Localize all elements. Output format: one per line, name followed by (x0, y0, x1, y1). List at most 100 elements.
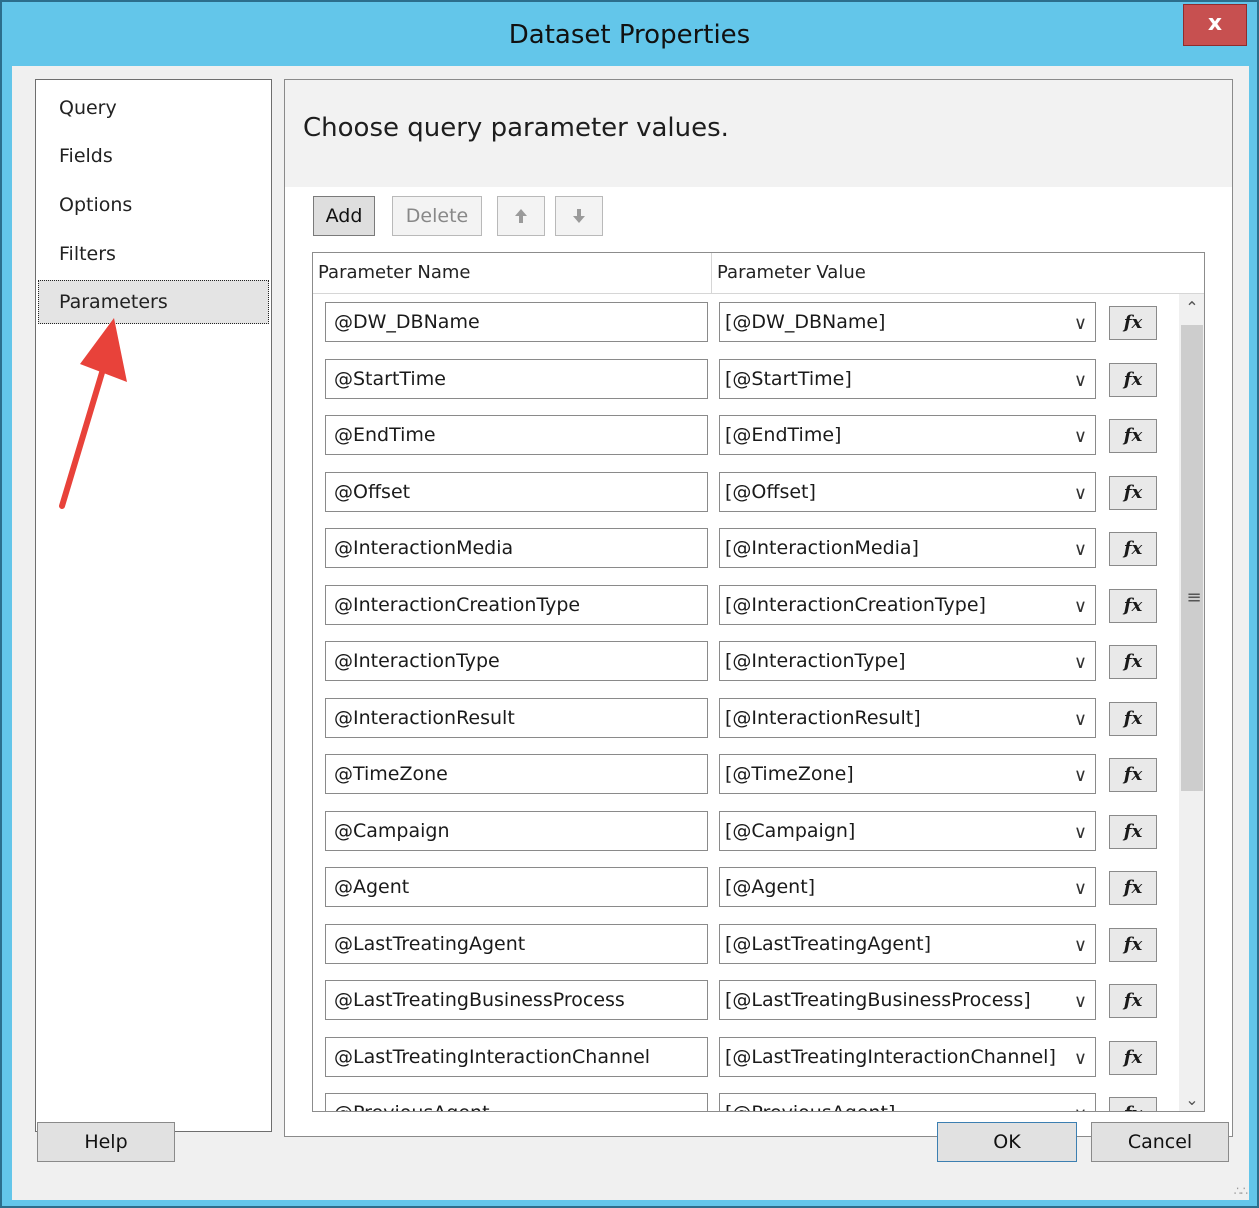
parameter-name-input[interactable]: @StartTime (325, 358, 708, 399)
resize-grip-icon[interactable]: ∴∴ (1234, 1184, 1248, 1198)
parameter-value-select[interactable]: [@Campaign] ∨ (719, 810, 1096, 852)
expression-button[interactable]: fx (1109, 927, 1157, 962)
parameter-value-select[interactable]: [@StartTime] ∨ (719, 358, 1096, 400)
expression-button[interactable]: fx (1109, 532, 1157, 566)
chevron-down-icon[interactable]: ∨ (1074, 644, 1087, 682)
parameter-name-input[interactable]: @InteractionMedia (325, 528, 708, 568)
parameter-name-input[interactable]: @Agent (325, 867, 708, 907)
parameter-value-select[interactable]: [@EndTime] ∨ (719, 415, 1096, 455)
chevron-down-icon[interactable]: ∨ (1074, 418, 1087, 456)
parameter-name-input[interactable]: @InteractionResult (325, 697, 708, 738)
parameter-name-input[interactable]: @LastTreatingInteractionChannel (325, 1036, 708, 1077)
parameter-name-input[interactable]: @InteractionCreationType (325, 584, 708, 625)
chevron-down-icon[interactable]: ∨ (1074, 927, 1087, 965)
chevron-down-icon[interactable]: ∨ (1074, 588, 1087, 626)
red-arrow-annotation (59, 318, 127, 509)
move-down-button[interactable] (555, 196, 603, 236)
parameter-value-select[interactable]: [@PreviousAgent] ∨ (719, 1093, 1096, 1111)
parameter-name-input[interactable]: @TimeZone (325, 754, 708, 794)
table-row: @InteractionMedia [@InteractionMedia] ∨ fx (313, 520, 1173, 576)
chevron-down-icon[interactable]: ∨ (1074, 1096, 1087, 1111)
parameter-value-text: [@LastTreatingBusinessProcess] (725, 989, 1031, 1011)
parameter-value-text: [@InteractionResult] (725, 706, 921, 729)
table-row: @LastTreatingBusinessProcess [@LastTreati… (313, 972, 1173, 1028)
chevron-down-icon[interactable]: ∨ (1074, 814, 1087, 852)
expression-button[interactable]: fx (1109, 758, 1157, 792)
parameter-value-text: [@InteractionType] (725, 650, 906, 672)
parameter-name-input[interactable]: @EndTime (325, 415, 708, 455)
parameter-value-select[interactable]: [@LastTreatingBusinessProcess] ∨ (719, 980, 1096, 1020)
expression-button[interactable]: fx (1109, 362, 1157, 397)
panel-heading: Choose query parameter values. (303, 113, 729, 143)
expression-button[interactable]: fx (1109, 306, 1157, 340)
nav-item-options[interactable]: Options (38, 183, 269, 227)
expression-button[interactable]: fx (1109, 475, 1157, 510)
table-row: @LastTreatingAgent [@LastTreatingAgent] ∨ f… (313, 916, 1173, 972)
parameter-value-select[interactable]: [@Agent] ∨ (719, 867, 1096, 907)
title-bar[interactable]: Dataset Properties x (2, 2, 1257, 68)
parameter-name-input[interactable]: @DW_DBName (325, 302, 708, 342)
parameter-name-input[interactable]: @LastTreatingBusinessProcess (325, 980, 708, 1020)
parameter-value-select[interactable]: [@DW_DBName] ∨ (719, 302, 1096, 342)
parameter-value-select[interactable]: [@TimeZone] ∨ (719, 754, 1096, 794)
scroll-up-icon[interactable]: ⌃ (1179, 294, 1204, 322)
dialog-window: Dataset Properties x Query Fields Options F… (0, 0, 1259, 1208)
parameter-value-select[interactable]: [@InteractionCreationType] ∨ (719, 584, 1096, 626)
move-up-button[interactable] (497, 196, 545, 236)
expression-button[interactable]: fx (1109, 814, 1157, 849)
parameter-name-input[interactable]: @InteractionType (325, 641, 708, 681)
expression-button[interactable]: fx (1109, 588, 1157, 623)
parameters-panel: Choose query parameter values. Add Delet… (284, 79, 1233, 1137)
parameter-name-input[interactable]: @Offset (325, 471, 708, 512)
chevron-down-icon[interactable]: ∨ (1074, 757, 1087, 795)
chevron-down-icon[interactable]: ∨ (1074, 305, 1087, 343)
parameter-value-select[interactable]: [@LastTreatingInteractionChannel] ∨ (719, 1036, 1096, 1078)
column-header-value: Parameter Value (712, 253, 1204, 294)
chevron-down-icon[interactable]: ∨ (1074, 701, 1087, 739)
parameter-value-select[interactable]: [@InteractionMedia] ∨ (719, 528, 1096, 568)
chevron-down-icon[interactable]: ∨ (1074, 531, 1087, 569)
parameter-value-select[interactable]: [@Offset] ∨ (719, 471, 1096, 513)
chevron-down-icon[interactable]: ∨ (1074, 870, 1087, 908)
chevron-down-icon[interactable]: ∨ (1074, 1040, 1087, 1078)
parameter-value-text: [@Offset] (725, 480, 816, 503)
expression-button[interactable]: fx (1109, 645, 1157, 679)
parameter-value-select[interactable]: [@LastTreatingAgent] ∨ (719, 923, 1096, 965)
expression-button[interactable]: fx (1109, 1040, 1157, 1075)
parameter-name-input[interactable]: @Campaign (325, 810, 708, 851)
expression-button[interactable]: fx (1109, 1097, 1157, 1111)
dialog-title: Dataset Properties (508, 20, 751, 50)
parameter-value-text: [@Campaign] (725, 819, 856, 842)
parameter-value-text: [@InteractionCreationType] (725, 593, 986, 616)
cancel-button[interactable]: Cancel (1091, 1122, 1229, 1162)
delete-button[interactable]: Delete (392, 196, 482, 236)
vertical-scrollbar[interactable]: ⌃ ≡ ⌄ (1179, 294, 1204, 1111)
help-button[interactable]: Help (37, 1122, 175, 1162)
add-button[interactable]: Add (313, 196, 375, 236)
table-row: @InteractionCreationType [@InteractionCre… (313, 577, 1173, 633)
nav-item-fields[interactable]: Fields (38, 134, 269, 178)
parameter-name-input[interactable]: @PreviousAgent (325, 1093, 708, 1111)
expression-button[interactable]: fx (1109, 419, 1157, 453)
close-button[interactable]: x (1183, 4, 1247, 46)
dialog-client-area: Query Fields Options Filters Parameters Choo… (12, 66, 1249, 1200)
table-row: @Agent [@Agent] ∨ fx (313, 859, 1173, 915)
parameter-value-text: [@DW_DBName] (725, 311, 886, 333)
scrollbar-thumb[interactable]: ≡ (1181, 325, 1203, 791)
table-row: @EndTime [@EndTime] ∨ fx (313, 407, 1173, 463)
nav-item-filters[interactable]: Filters (38, 232, 269, 276)
scroll-down-icon[interactable]: ⌄ (1179, 1086, 1204, 1111)
expression-button[interactable]: fx (1109, 701, 1157, 736)
parameter-name-input[interactable]: @LastTreatingAgent (325, 923, 708, 964)
parameter-value-select[interactable]: [@InteractionResult] ∨ (719, 697, 1096, 739)
ok-button[interactable]: OK (937, 1122, 1077, 1162)
chevron-down-icon[interactable]: ∨ (1074, 362, 1087, 400)
chevron-down-icon[interactable]: ∨ (1074, 475, 1087, 513)
parameter-value-text: [@LastTreatingInteractionChannel] (725, 1045, 1056, 1068)
nav-item-query[interactable]: Query (38, 86, 269, 130)
expression-button[interactable]: fx (1109, 871, 1157, 905)
chevron-down-icon[interactable]: ∨ (1074, 983, 1087, 1021)
expression-button[interactable]: fx (1109, 984, 1157, 1018)
parameter-value-select[interactable]: [@InteractionType] ∨ (719, 641, 1096, 681)
parameter-value-text: [@StartTime] (725, 367, 852, 390)
